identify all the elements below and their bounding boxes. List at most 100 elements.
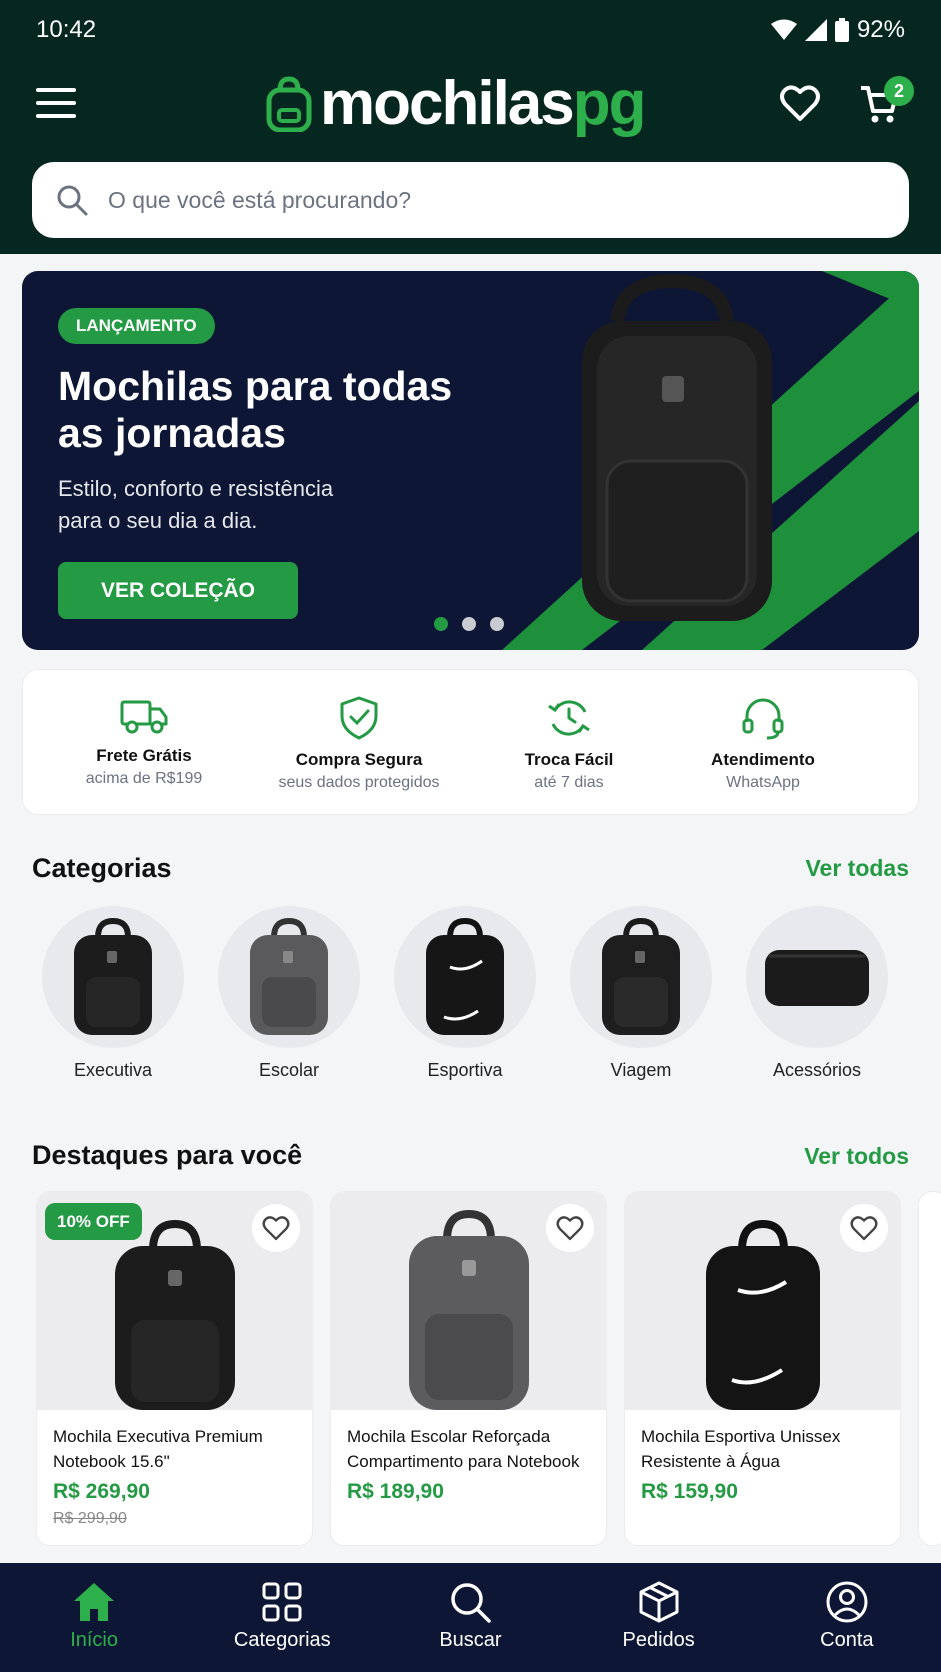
category-image xyxy=(570,906,712,1048)
product-price: R$ 189,90 xyxy=(347,1480,444,1503)
favorite-button[interactable] xyxy=(840,1204,888,1252)
category-label: Acessórios xyxy=(772,1060,862,1080)
product-card[interactable]: 10% OFF Mochila Executiva Premium Notebo… xyxy=(36,1191,313,1546)
feature-subtitle: seus dados protegidos xyxy=(278,774,440,791)
category-escolar[interactable]: Escolar xyxy=(218,906,360,1081)
favorite-button[interactable] xyxy=(546,1204,594,1252)
features-strip: Frete Grátis acima de R$199 Compra Segur… xyxy=(22,669,919,815)
feature-support: Atendimento WhatsApp xyxy=(653,696,873,792)
feature-free-shipping: Frete Grátis acima de R$199 xyxy=(34,696,254,788)
feature-subtitle: WhatsApp xyxy=(726,774,800,791)
cart-count-badge: 2 xyxy=(884,76,914,106)
battery-icon xyxy=(834,18,849,42)
nav-orders[interactable]: Pedidos xyxy=(565,1563,753,1672)
status-time: 10:42 xyxy=(36,16,97,43)
search-icon xyxy=(451,1583,492,1623)
box-icon xyxy=(639,1581,679,1623)
feature-easy-exchange: Troca Fácil até 7 dias xyxy=(459,696,679,792)
app-header: 10:42 92% mochilaspg 2 O que você está p… xyxy=(0,0,941,254)
feature-secure-purchase: Compra Segura seus dados protegidos xyxy=(249,696,469,792)
category-image xyxy=(746,906,888,1048)
status-icons: 92% xyxy=(770,16,905,44)
battery-level: 92% xyxy=(856,16,905,43)
logo-text: mochilaspg xyxy=(320,73,647,135)
carousel-dot[interactable] xyxy=(462,617,476,631)
feature-title: Compra Segura xyxy=(295,750,423,769)
status-bar: 10:42 92% xyxy=(0,0,941,58)
nav-home[interactable]: Início xyxy=(0,1563,188,1672)
heart-icon xyxy=(850,1216,878,1241)
banner-title: Mochilas para todas as jornadas xyxy=(58,363,453,456)
category-label: Esportiva xyxy=(427,1060,503,1080)
headset-icon xyxy=(742,698,784,740)
brand-logo[interactable]: mochilaspg xyxy=(266,68,647,140)
nav-label: Buscar xyxy=(439,1629,502,1651)
product-price: R$ 269,90 xyxy=(53,1480,150,1503)
highlights-title: Destaques para você xyxy=(32,1140,303,1170)
view-collection-button[interactable]: VER COLEÇÃO xyxy=(58,562,298,619)
product-card[interactable]: Mochila Esportiva Unissex Resistente à Á… xyxy=(624,1191,901,1546)
product-old-price: R$ 299,90 xyxy=(53,1510,127,1527)
favorite-button[interactable] xyxy=(252,1204,300,1252)
nav-search[interactable]: Buscar xyxy=(376,1563,564,1672)
home-icon xyxy=(74,1583,115,1621)
hero-banner[interactable]: LANÇAMENTO Mochilas para todas as jornad… xyxy=(22,271,919,650)
backpack-image xyxy=(582,273,772,621)
nav-label: Categorias xyxy=(233,1629,331,1651)
logo-accent: pg xyxy=(572,69,647,138)
category-acessorios[interactable]: Acessórios xyxy=(746,906,888,1081)
exchange-icon xyxy=(548,700,590,736)
backpack-logo-icon xyxy=(266,76,312,132)
nav-categories[interactable]: Categorias xyxy=(188,1563,376,1672)
heart-icon xyxy=(556,1216,584,1241)
feature-subtitle: acima de R$199 xyxy=(85,770,203,787)
search-placeholder: O que você está procurando? xyxy=(108,186,412,213)
nav-label: Pedidos xyxy=(622,1629,695,1651)
user-icon xyxy=(826,1581,868,1623)
nav-label: Início xyxy=(70,1629,118,1651)
product-card[interactable]: Mochila Escolar Reforçada Compartimento … xyxy=(330,1191,607,1546)
product-name: Mochila Esportiva Unissex Resistente à Á… xyxy=(641,1427,841,1471)
menu-button[interactable] xyxy=(36,88,76,124)
carousel-dot[interactable] xyxy=(434,617,448,631)
nav-label: Conta xyxy=(820,1629,874,1651)
category-esportiva[interactable]: Esportiva xyxy=(394,906,536,1081)
product-name: Mochila Executiva Premium Notebook 15.6" xyxy=(53,1427,263,1471)
nav-account[interactable]: Conta xyxy=(753,1563,941,1672)
signal-icon xyxy=(804,19,827,41)
feature-title: Frete Grátis xyxy=(96,746,192,765)
grid-icon xyxy=(262,1582,302,1622)
heart-icon xyxy=(780,85,820,121)
shield-check-icon xyxy=(340,696,378,740)
category-label: Escolar xyxy=(258,1060,320,1080)
highlights-see-all-link[interactable]: Ver todos xyxy=(804,1143,909,1170)
category-label: Viagem xyxy=(610,1060,672,1080)
category-image xyxy=(42,906,184,1048)
logo-main: mochilas xyxy=(320,69,575,138)
search-icon xyxy=(57,185,88,216)
feature-title: Atendimento xyxy=(711,750,815,769)
search-bar[interactable]: O que você está procurando? xyxy=(32,162,909,238)
discount-badge: 10% OFF xyxy=(45,1203,142,1240)
category-label: Executiva xyxy=(73,1060,153,1080)
product-name: Mochila Escolar Reforçada Compartimento … xyxy=(347,1427,580,1471)
category-image xyxy=(394,906,536,1048)
categories-title: Categorias xyxy=(32,853,172,883)
categories-see-all-link[interactable]: Ver todas xyxy=(805,855,909,882)
carousel-dot[interactable] xyxy=(490,617,504,631)
product-card-peek[interactable] xyxy=(918,1191,941,1546)
product-price: R$ 159,90 xyxy=(641,1480,738,1503)
carousel-dots xyxy=(434,617,504,631)
truck-icon xyxy=(120,700,168,734)
category-executiva[interactable]: Executiva xyxy=(42,906,184,1081)
category-viagem[interactable]: Viagem xyxy=(570,906,712,1081)
feature-subtitle: até 7 dias xyxy=(534,774,604,791)
product-image xyxy=(331,1192,606,1410)
banner-subtitle: Estilo, conforto e resistência para o se… xyxy=(58,476,334,533)
wifi-icon xyxy=(770,19,797,40)
bottom-navigation: Início Categorias Buscar Pedidos Conta xyxy=(0,1563,941,1672)
favorites-button[interactable] xyxy=(780,84,824,128)
feature-title: Troca Fácil xyxy=(524,750,614,769)
product-image xyxy=(625,1192,900,1410)
launch-badge: LANÇAMENTO xyxy=(58,308,215,344)
